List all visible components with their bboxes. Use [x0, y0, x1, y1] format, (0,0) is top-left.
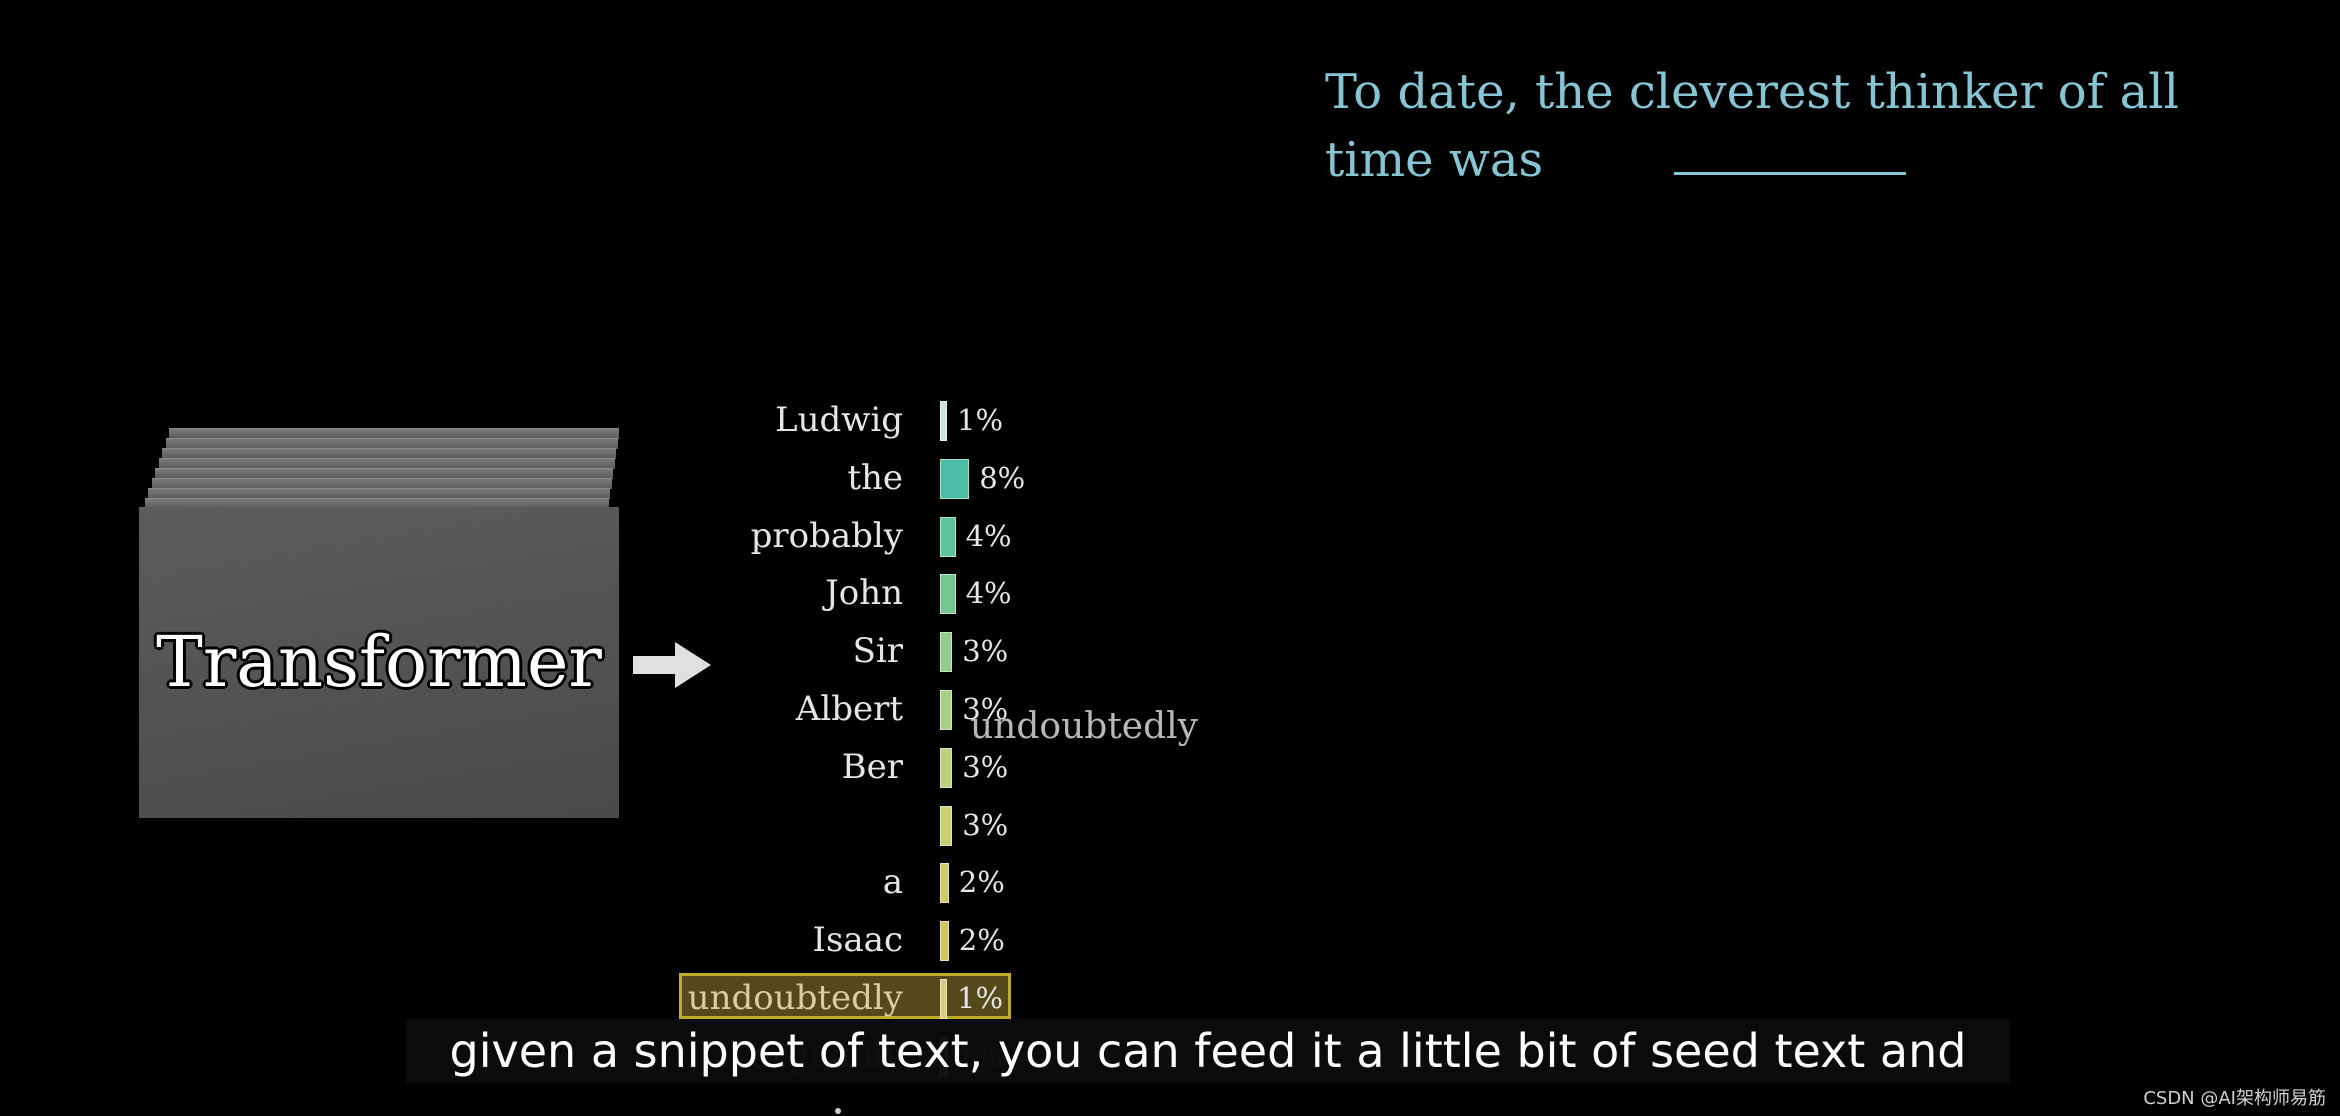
probability-value: 3%: [962, 749, 1009, 784]
probability-bar: [940, 516, 956, 557]
probability-bar: [940, 805, 953, 846]
probability-bar: [940, 574, 956, 615]
dot: [835, 1108, 841, 1114]
token-label: probably: [750, 515, 903, 556]
probability-bar: [940, 747, 953, 788]
token-label: undoubtedly: [687, 978, 903, 1018]
probability-bar: [940, 921, 949, 962]
probability-bar: [940, 458, 970, 499]
probability-value: 4%: [965, 518, 1012, 553]
probability-value: 2%: [958, 865, 1005, 900]
probability-bar: [940, 863, 949, 904]
token-label: Ludwig: [775, 400, 903, 440]
token-label: Ber: [841, 746, 903, 787]
token-label: Albert: [795, 689, 903, 729]
probability-bar: [940, 632, 953, 673]
token-label: the: [847, 457, 903, 498]
probability-bar: [940, 690, 953, 730]
watermark: CSDN @AI架构师易筋: [2143, 1088, 2326, 1109]
probability-bar: [940, 979, 947, 1019]
probability-bar: [940, 401, 947, 441]
probability-value: 4%: [965, 576, 1012, 611]
blank-underline: [1674, 172, 1906, 175]
prompt-line-2: time was: [1325, 132, 1544, 188]
probability-value: 2%: [958, 923, 1005, 958]
subtitle-caption: given a snippet of text, you can feed it…: [406, 1019, 2010, 1083]
token-label: John: [825, 573, 903, 614]
token-label: Isaac: [812, 920, 903, 961]
probability-value: 1%: [957, 981, 1004, 1015]
probability-value: 3%: [962, 807, 1009, 842]
moving-token: undoubtedly: [970, 706, 1198, 747]
probability-value: 8%: [979, 460, 1026, 495]
token-label: Sir: [852, 631, 903, 672]
probability-value: 3%: [962, 634, 1009, 669]
token-label: a: [882, 862, 903, 903]
prompt-line-1: To date, the cleverest thinker of all: [1325, 64, 2179, 120]
probability-value: 1%: [957, 403, 1004, 437]
